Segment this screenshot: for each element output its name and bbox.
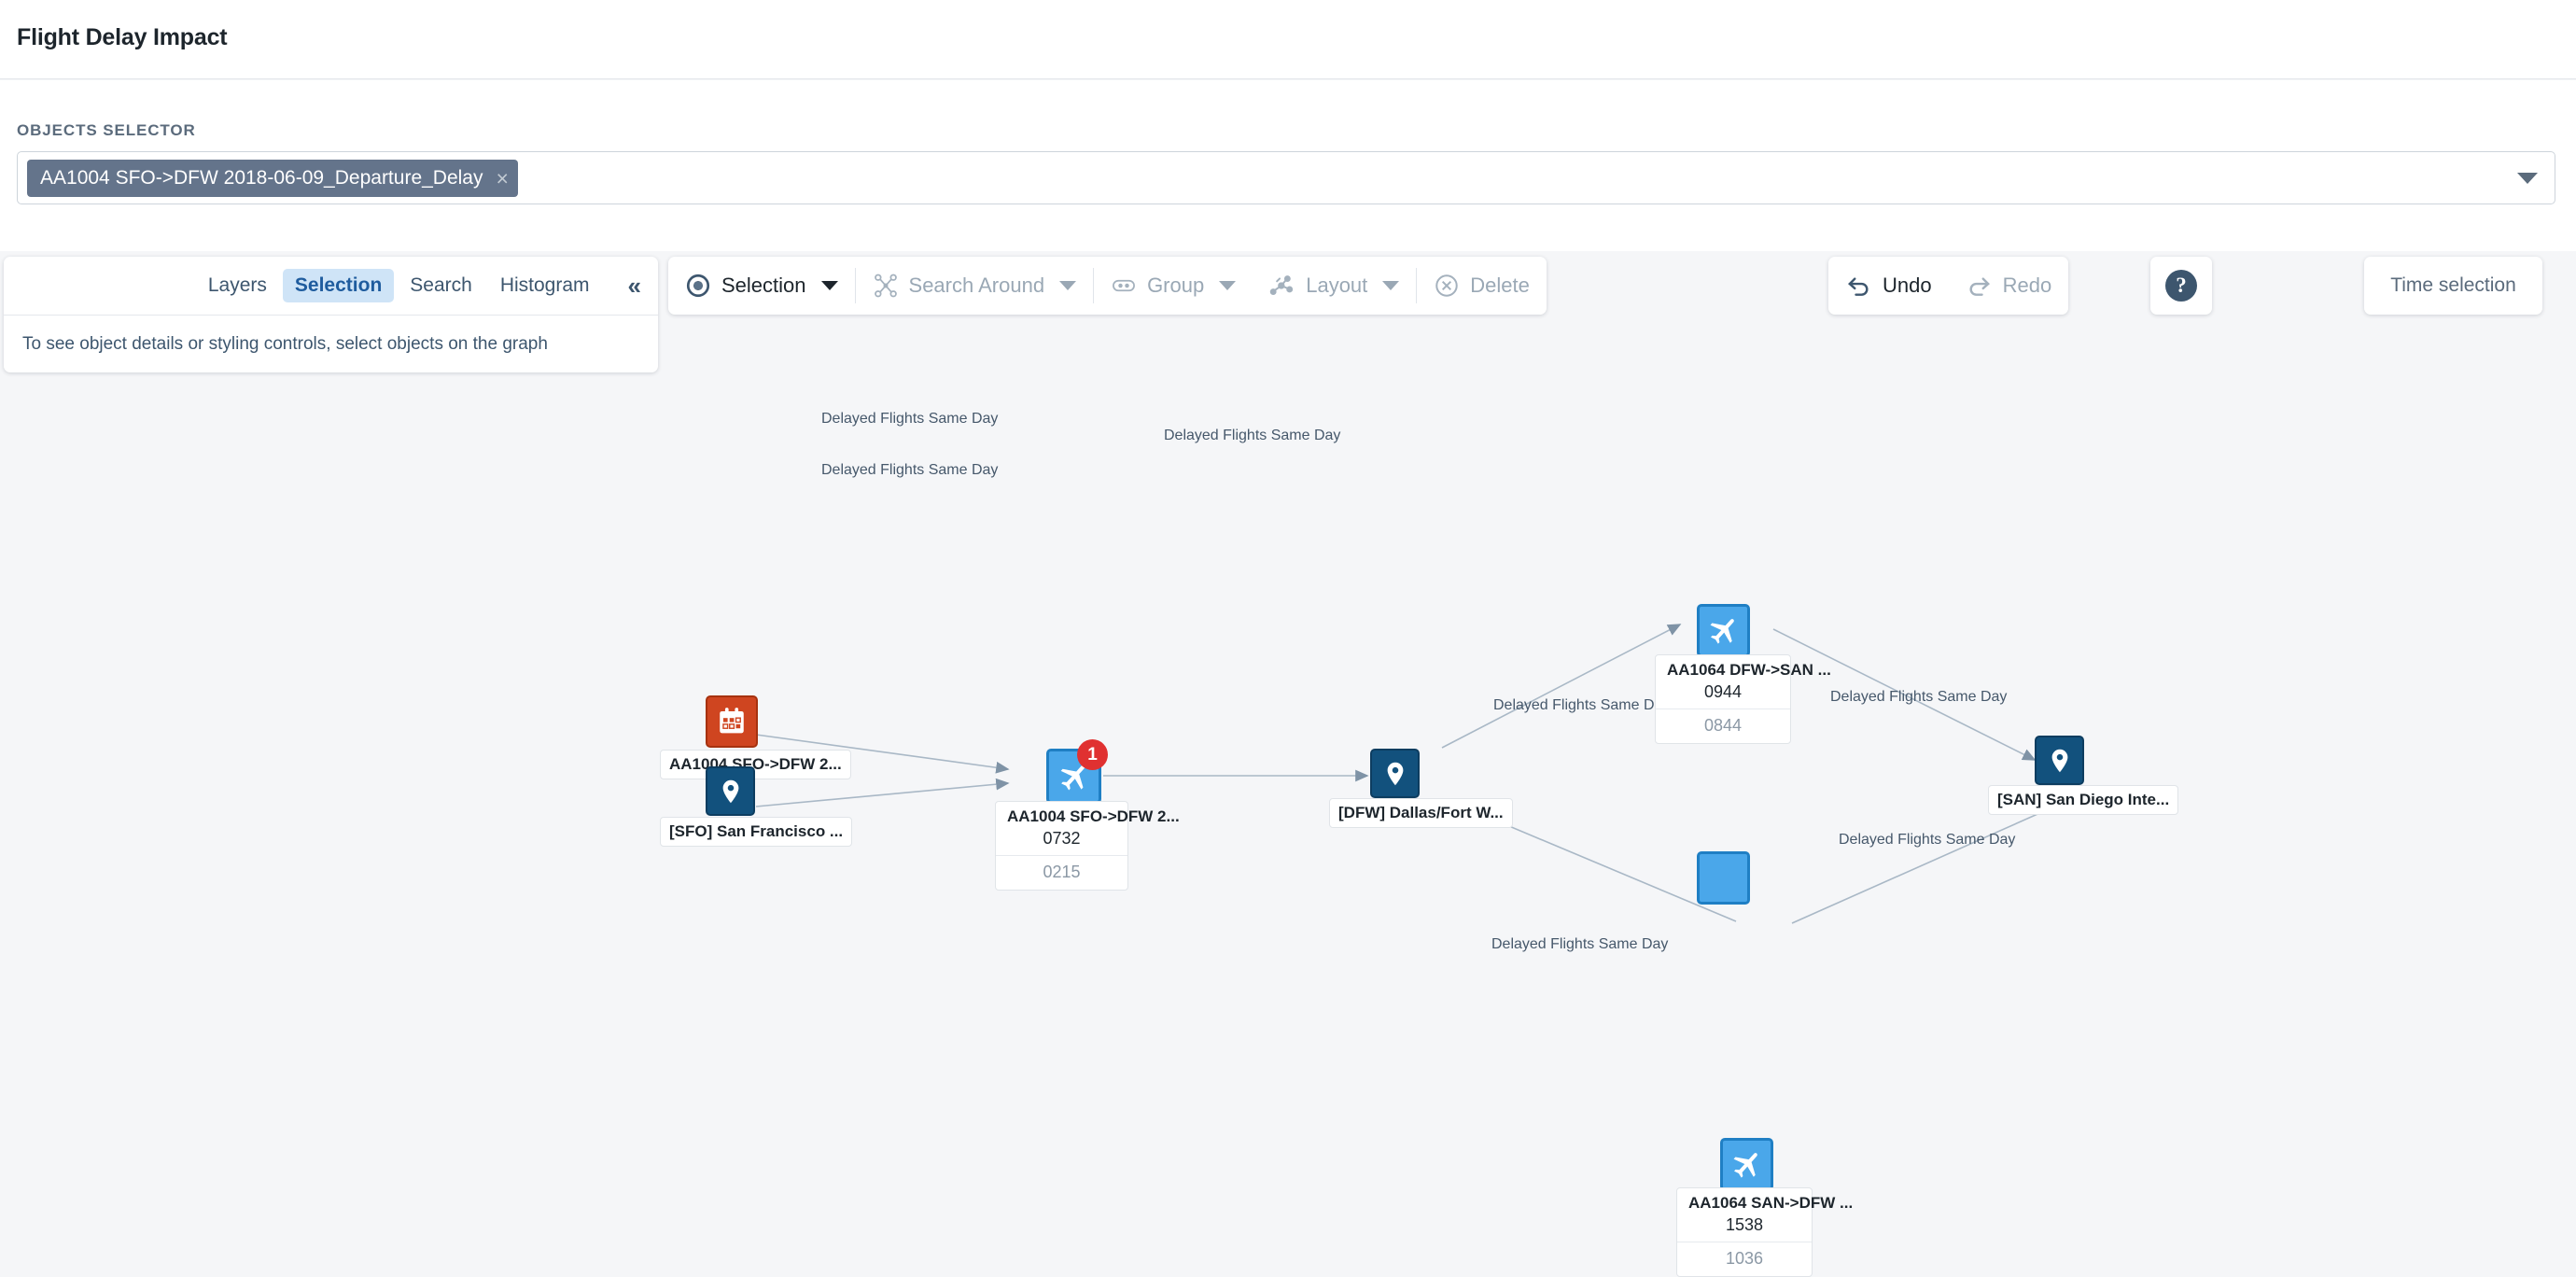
edge-label: Delayed Flights Same Day [1839,832,2016,848]
undo-icon [1845,273,1872,300]
graph-node-title: AA1064 DFW->SAN ... [1667,661,1831,679]
chevron-down-icon[interactable] [2517,173,2538,184]
help-icon[interactable]: ? [2165,270,2197,302]
graph-node-label: [DFW] Dallas/Fort W... [1329,798,1513,828]
delete-icon [1434,273,1460,299]
time-selection-button[interactable]: Time selection [2364,257,2542,315]
graph-node-primary-value: 0944 [1656,682,1790,709]
help-toolbar[interactable]: ? [2150,257,2212,315]
layout-label: Layout [1306,274,1368,297]
search-around-button[interactable]: Search Around [856,257,1094,315]
main-toolbar: Selection Search Around Group Layout Del… [668,257,1547,315]
selection-target-icon [685,273,711,299]
redo-icon [1966,273,1993,300]
objects-selector-label: OBJECTS SELECTOR [17,121,196,139]
left-panel-message: To see object details or styling control… [22,333,548,354]
left-panel: Layers Selection Search Histogram « To s… [4,257,658,372]
group-icon [1111,273,1137,299]
time-selection-label: Time selection [2390,274,2516,296]
map-pin-icon[interactable] [706,766,755,816]
layout-button[interactable]: Layout [1253,257,1416,315]
tab-layers[interactable]: Layers [196,269,279,302]
selected-object-chip-label: AA1004 SFO->DFW 2018-06-09_Departure_Del… [40,167,483,189]
tab-selection[interactable]: Selection [282,269,395,302]
delete-label: Delete [1470,274,1530,297]
status-badge: 1 [1077,739,1108,770]
search-around-icon [873,273,899,299]
graph-node-primary-value: 1538 [1677,1215,1812,1242]
graph-node-card[interactable]: AA1004 SFO->DFW 2... 0732 0215 [995,801,1180,891]
map-pin-icon[interactable] [2035,736,2084,785]
left-panel-tabs: Layers Selection Search Histogram « [4,257,658,316]
chevron-down-icon[interactable] [1382,281,1400,290]
objects-selector-section: OBJECTS SELECTOR AA1004 SFO->DFW 2018-06… [0,80,2576,251]
graph-edges [755,624,2045,924]
selection-tool-label: Selection [721,274,806,297]
delete-button[interactable]: Delete [1417,257,1547,315]
graph-node-label: [SFO] San Francisco ... [660,817,853,847]
history-toolbar: Undo Redo [1828,257,2069,315]
edge-label: Delayed Flights Same Day [821,462,999,478]
group-label: Group [1147,274,1205,297]
undo-label: Undo [1883,274,1932,297]
edge-label: Delayed Flights Same Day [1164,428,1341,443]
airplane-icon[interactable] [1697,851,1750,905]
objects-selector-input[interactable]: AA1004 SFO->DFW 2018-06-09_Departure_Del… [17,151,2555,204]
redo-label: Redo [2002,274,2052,297]
graph-node-secondary-value: 1036 [1725,1249,1764,1268]
layout-icon [1269,273,1295,299]
selection-tool-button[interactable]: Selection [668,257,855,315]
chevron-down-icon[interactable] [1059,281,1077,290]
graph-node-label: [SAN] San Diego Inte... [1988,785,2179,815]
tab-search[interactable]: Search [398,269,484,302]
tab-histogram[interactable]: Histogram [488,269,602,302]
edge-label: Delayed Flights Same Day [821,411,999,427]
graph-node-label: AA1004 SFO->DFW 2... [660,750,851,779]
graph-node-title: AA1064 SAN->DFW ... [1688,1194,1854,1212]
group-button[interactable]: Group [1094,257,1253,315]
graph-node-card[interactable]: AA1064 SAN->DFW ... 1538 1036 [1676,1187,1854,1277]
graph-node-secondary-value: 0215 [1043,863,1081,881]
graph-node-primary-value: 0732 [996,829,1127,856]
undo-button[interactable]: Undo [1828,257,1949,315]
selected-object-chip[interactable]: AA1004 SFO->DFW 2018-06-09_Departure_Del… [27,160,518,197]
close-icon[interactable]: × [493,167,512,189]
airplane-icon[interactable] [1720,1138,1773,1191]
chevron-down-icon[interactable] [820,281,838,290]
redo-button[interactable]: Redo [1949,257,2069,315]
graph-node-secondary-value: 0844 [1703,716,1743,735]
calendar-icon[interactable] [706,695,758,748]
search-around-label: Search Around [908,274,1045,297]
title-bar: Flight Delay Impact [0,0,2576,79]
airplane-icon[interactable] [1697,604,1750,657]
graph-node-title: AA1004 SFO->DFW 2... [1007,807,1180,825]
chevron-down-icon[interactable] [1219,281,1237,290]
collapse-panel-icon[interactable]: « [628,274,641,298]
graph-node-card[interactable]: AA1064 DFW->SAN ... 0944 0844 [1655,654,1831,744]
page-title: Flight Delay Impact [17,24,228,50]
edge-label: Delayed Flights Same Day [1493,697,1671,713]
graph-canvas[interactable]: Delayed Flights Same Day Delayed Flights… [0,251,2576,1277]
map-pin-icon[interactable] [1370,749,1420,798]
edge-label: Delayed Flights Same Day [1830,689,2008,705]
edge-label: Delayed Flights Same Day [1491,936,1669,952]
